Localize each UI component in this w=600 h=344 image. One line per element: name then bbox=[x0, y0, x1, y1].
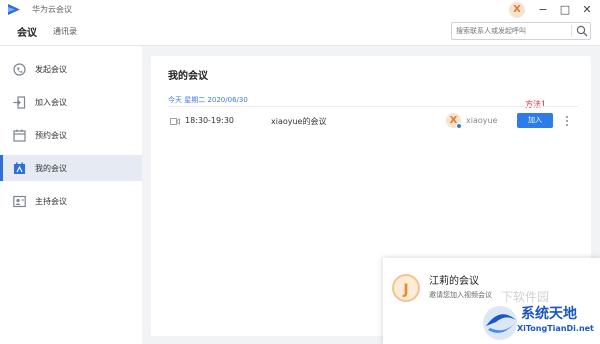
meeting-time: 18:30-19:30 bbox=[185, 116, 234, 125]
sidebar-item-start-meeting[interactable]: 发起会议 bbox=[0, 56, 142, 82]
calendar-icon bbox=[13, 129, 26, 142]
sidebar-item-host-meeting[interactable]: 主持会议 bbox=[0, 188, 142, 214]
annotation-label: 方法1 bbox=[525, 100, 547, 109]
user-avatar[interactable]: X bbox=[509, 2, 525, 18]
minimize-button[interactable]: − bbox=[534, 1, 552, 19]
search-input[interactable] bbox=[456, 25, 566, 37]
date-header: 今天 星期二 2020/06/30 bbox=[168, 96, 248, 104]
meeting-subject: xiaoyue的会议 bbox=[271, 117, 327, 126]
sidebar-item-my-meetings[interactable]: 我的会议 bbox=[0, 155, 142, 181]
sidebar-item-label: 加入会议 bbox=[35, 98, 67, 107]
sidebar-item-label: 发起会议 bbox=[35, 65, 67, 74]
sidebar-item-schedule-meeting[interactable]: 预约会议 bbox=[0, 122, 142, 148]
page-title: 我的会议 bbox=[168, 71, 208, 82]
divider bbox=[168, 106, 578, 107]
my-meetings-icon bbox=[14, 162, 25, 174]
join-button[interactable]: 加入 bbox=[517, 113, 553, 128]
title-bar: 华为云会议 X − □ ✕ bbox=[0, 0, 600, 20]
host-icon bbox=[13, 195, 26, 208]
sidebar-item-label: 预约会议 bbox=[35, 131, 67, 140]
search-divider bbox=[571, 25, 572, 37]
watermark-title: 系统天地 bbox=[521, 306, 577, 322]
close-button[interactable]: ✕ bbox=[578, 1, 596, 19]
watermark-url: XiTongTianDi.net bbox=[517, 324, 594, 333]
host-badge-icon bbox=[456, 123, 462, 129]
search-icon[interactable] bbox=[576, 25, 588, 37]
sidebar-item-label: 我的会议 bbox=[35, 164, 67, 173]
more-options-icon[interactable] bbox=[565, 115, 569, 127]
tab-meetings[interactable]: 会议 bbox=[17, 24, 37, 39]
host-name: xiaoyue bbox=[466, 116, 498, 125]
sidebar-item-label: 主持会议 bbox=[35, 197, 67, 206]
nav-bar: 会议 通讯录 bbox=[0, 20, 600, 46]
sidebar-item-join-meeting[interactable]: 加入会议 bbox=[0, 89, 142, 115]
sidebar: 发起会议 加入会议 预约会议 我的会议 主持会议 bbox=[0, 46, 142, 344]
meeting-invite-toast[interactable]: J 江莉的会议 邀请您加入视频会议 下软件园 系统天地 XiTongTianDi… bbox=[383, 258, 600, 344]
meeting-row[interactable]: 18:30-19:30 xiaoyue的会议 X xiaoyue 加入 bbox=[168, 112, 578, 132]
inviter-avatar: J bbox=[392, 274, 420, 302]
app-logo-icon bbox=[8, 4, 20, 15]
app-title: 华为云会议 bbox=[32, 5, 72, 14]
video-camera-icon bbox=[170, 118, 180, 125]
search-box bbox=[451, 22, 591, 40]
maximize-button[interactable]: □ bbox=[556, 1, 574, 19]
tab-contacts[interactable]: 通讯录 bbox=[53, 26, 77, 37]
video-call-icon bbox=[13, 63, 26, 76]
toast-title: 江莉的会议 bbox=[429, 276, 479, 287]
join-icon bbox=[13, 96, 26, 109]
